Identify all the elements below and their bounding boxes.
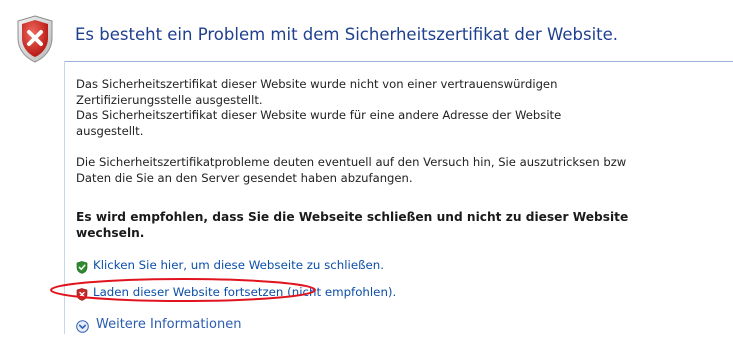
- certificate-explanation: Das Sicherheitszertifikat dieser Website…: [76, 77, 561, 139]
- shield-error-icon: [14, 14, 56, 64]
- continue-to-website-link[interactable]: Laden dieser Website fortsetzen (nicht e…: [93, 285, 396, 299]
- chevron-down-circle-icon: [76, 318, 89, 333]
- explanation-line: ausgestellt.: [76, 123, 144, 138]
- risk-line: Daten die Sie an den Server gesendet hab…: [76, 170, 413, 185]
- risk-explanation: Die Sicherheitszertifikatprobleme deuten…: [76, 155, 626, 186]
- explanation-line: Das Sicherheitszertifikat dieser Website…: [76, 108, 562, 122]
- more-information-link[interactable]: Weitere Informationen: [96, 317, 241, 332]
- title-divider: [64, 61, 733, 62]
- more-info-row[interactable]: Weitere Informationen: [76, 317, 241, 333]
- recommendation-text: Es wird empfohlen, dass Sie die Webseite…: [76, 210, 628, 242]
- continue-row[interactable]: Laden dieser Website fortsetzen (nicht e…: [76, 285, 396, 301]
- green-shield-check-icon: [76, 259, 88, 274]
- content-left-border: [64, 61, 65, 334]
- explanation-line: Zertifizierungsstelle ausgestellt.: [76, 92, 263, 107]
- close-page-row[interactable]: Klicken Sie hier, um diese Webseite zu s…: [76, 258, 384, 274]
- risk-line: Die Sicherheitszertifikatprobleme deuten…: [76, 155, 627, 169]
- page-title: Es besteht ein Problem mit dem Sicherhei…: [75, 25, 619, 44]
- recommendation-line: Es wird empfohlen, dass Sie die Webseite…: [76, 210, 629, 224]
- close-page-link[interactable]: Klicken Sie hier, um diese Webseite zu s…: [93, 258, 384, 272]
- red-shield-x-icon: [76, 286, 88, 301]
- explanation-line: Das Sicherheitszertifikat dieser Website…: [76, 77, 558, 91]
- recommendation-line: wechseln.: [76, 225, 145, 240]
- certificate-error-page: Es besteht ein Problem mit dem Sicherhei…: [0, 0, 733, 334]
